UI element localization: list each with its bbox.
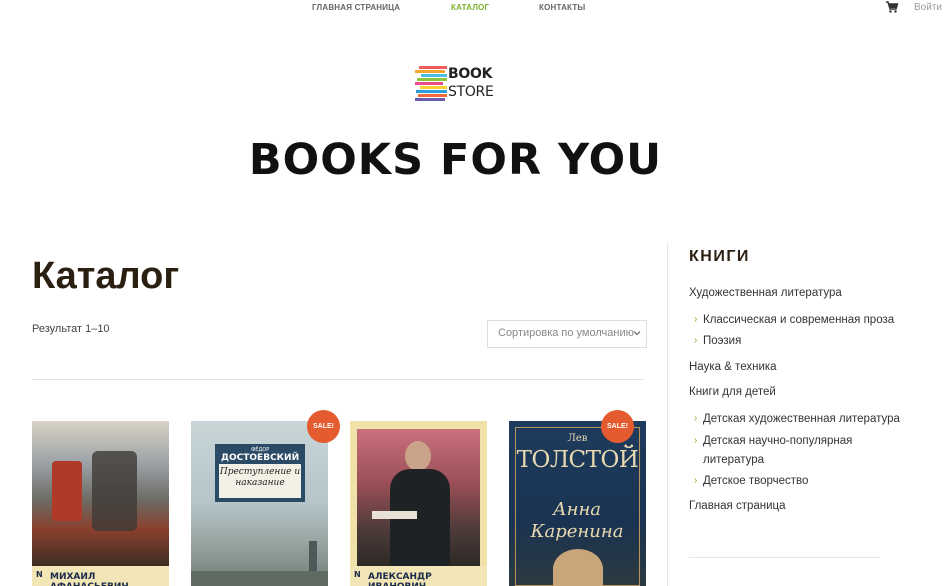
book-author: ДОСТОЕВСКИЙ	[221, 453, 300, 463]
logo-text-line1: BOOK	[448, 66, 493, 82]
sidebar-item-children-science[interactable]: › Детская научно-популярная	[694, 435, 853, 447]
book-title: Преступление и наказание	[219, 467, 301, 488]
product-card-2[interactable]: ФЁДОР ДОСТОЕВСКИЙ Преступление и наказан…	[191, 421, 328, 586]
cover-portrait	[553, 549, 603, 586]
site-logo[interactable]: BOOK STORE	[415, 65, 499, 103]
book-author: МИХАИЛ АФАНАСЬЕВИЧ	[50, 572, 129, 586]
page-title: Каталог	[32, 255, 180, 297]
sidebar-title: КНИГИ	[689, 248, 750, 265]
sidebar-bottom-divider	[689, 557, 880, 558]
logo-stripes-icon	[415, 65, 447, 101]
sidebar-item-children-science-cont[interactable]: литература	[703, 454, 764, 466]
sidebar-item-fiction[interactable]: Художественная литература	[689, 287, 842, 299]
sidebar-item-label: Поэзия	[703, 335, 742, 347]
cover-keys	[372, 511, 417, 519]
sidebar-item-children-fiction[interactable]: › Детская художественная литература	[694, 413, 900, 425]
nav-catalog-link[interactable]: КАТАЛОГ	[451, 3, 489, 12]
sidebar-item-label: Детское творчество	[703, 475, 809, 487]
nav-home-link[interactable]: ГЛАВНАЯ СТРАНИЦА	[312, 3, 400, 12]
sidebar-item-science[interactable]: Наука & техника	[689, 361, 777, 373]
sale-badge: SALE!	[601, 410, 634, 443]
chevron-right-icon: ›	[694, 335, 698, 346]
sidebar-item-children[interactable]: Книги для детей	[689, 386, 776, 398]
sort-select-value: Сортировка по умолчанию	[498, 327, 634, 339]
cart-icon[interactable]	[885, 0, 899, 14]
sort-select[interactable]: Сортировка по умолчанию	[487, 320, 647, 348]
book-author: ТОЛСТОЙ	[516, 447, 639, 473]
publisher-mark-icon: N	[36, 570, 43, 579]
results-count: Результат 1–10	[32, 323, 110, 335]
chevron-right-icon: ›	[694, 413, 698, 424]
chevron-right-icon: ›	[694, 475, 698, 486]
sidebar-item-classic-prose[interactable]: › Классическая и современная проза	[694, 314, 895, 326]
sidebar-item-label: Детская художественная литература	[703, 413, 900, 425]
product-card-1[interactable]: N МИХАИЛ АФАНАСЬЕВИЧ	[32, 421, 169, 586]
cover-figure	[92, 451, 137, 531]
book-title: Анна Каренина	[530, 499, 624, 542]
product-card-4[interactable]: Лев ТОЛСТОЙ Анна Каренина	[509, 421, 646, 586]
chevron-right-icon: ›	[694, 314, 698, 325]
sale-badge: SALE!	[307, 410, 340, 443]
login-link[interactable]: Войти	[914, 2, 942, 13]
sidebar-item-poetry[interactable]: › Поэзия	[694, 335, 742, 347]
sidebar-item-label: Классическая и современная проза	[703, 314, 895, 326]
nav-contacts-link[interactable]: КОНТАКТЫ	[539, 3, 585, 12]
cover-ground	[191, 571, 328, 586]
chevron-down-icon	[633, 331, 641, 336]
product-card-3[interactable]: N АЛЕКСАНДР ИВАНОВИЧ	[350, 421, 487, 586]
top-navigation: ГЛАВНАЯ СТРАНИЦА КАТАЛОГ КОНТАКТЫ Войти	[0, 0, 946, 16]
cover-figure	[52, 461, 82, 521]
divider	[32, 379, 644, 380]
publisher-mark-icon: N	[354, 570, 361, 579]
sidebar-item-children-creativity[interactable]: › Детское творчество	[694, 475, 809, 487]
cover-face	[405, 441, 431, 471]
book-author: АЛЕКСАНДР ИВАНОВИЧ	[368, 572, 432, 586]
sidebar-item-home[interactable]: Главная страница	[689, 500, 786, 512]
logo-text-line2: STORE	[448, 84, 494, 100]
sidebar-divider	[667, 243, 668, 586]
hero-title: BOOKS FOR YOU	[248, 135, 663, 185]
chevron-right-icon: ›	[694, 435, 698, 446]
sidebar-item-label: Детская научно-популярная	[703, 435, 853, 447]
